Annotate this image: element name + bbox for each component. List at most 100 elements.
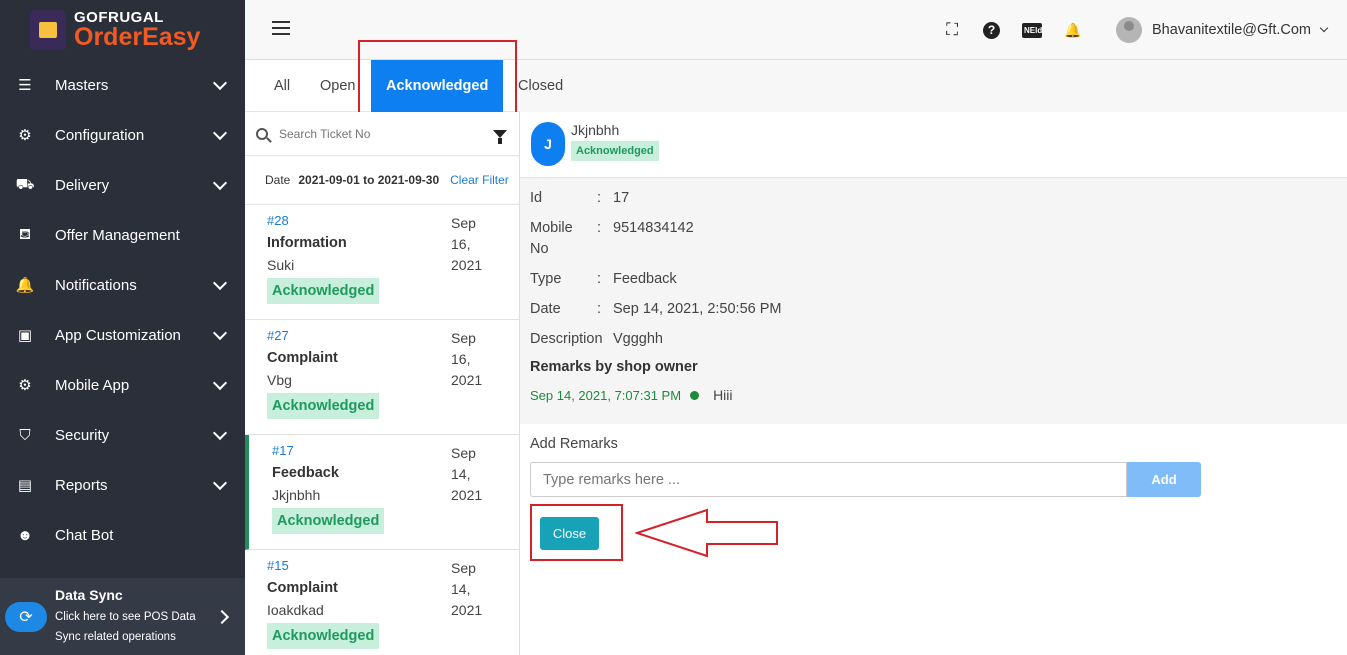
chevron-down-icon xyxy=(212,275,228,290)
data-sync-subtitle-1: Click here to see POS Data xyxy=(55,610,196,623)
hamburger-menu-icon[interactable] xyxy=(272,21,290,35)
sidebar-item-reports[interactable]: ▤ Reports xyxy=(0,460,245,510)
sidebar-item-label: Notifications xyxy=(55,276,137,294)
sidebar-item-label: Delivery xyxy=(55,176,110,194)
arrow-pointer-icon xyxy=(635,508,778,558)
date-label: Date xyxy=(530,301,561,317)
user-email: Bhavanitextile@Gft.Com xyxy=(1152,22,1311,38)
chevron-down-icon xyxy=(212,175,228,190)
chevron-right-icon xyxy=(214,609,230,624)
sidebar-item-offer-management[interactable]: ⛾ Offer Management xyxy=(0,210,245,260)
colon: : xyxy=(597,301,602,317)
ticket-date-line-2: 2021 xyxy=(451,372,483,388)
sidebar-item-security[interactable]: ⛉ Security xyxy=(0,410,245,460)
sidebar-item-label: Mobile App xyxy=(55,376,130,394)
search-input[interactable] xyxy=(279,126,493,141)
tabs-bar-background xyxy=(520,60,1347,112)
brand-name-bottom: OrderEasy xyxy=(74,23,201,51)
fullscreen-icon[interactable]: ⛶ xyxy=(943,20,961,40)
sidebar-item-delivery[interactable]: ⛟ Delivery xyxy=(0,160,245,210)
ticket-date-line-2: 2021 xyxy=(451,602,483,618)
info-row-mobile: Mobile No : 9514834142 xyxy=(530,218,1347,260)
data-sync-title: Data Sync xyxy=(55,586,123,603)
sidebar-item-label: Chat Bot xyxy=(55,526,114,544)
mobile-label-line-1: Mobile xyxy=(530,220,573,236)
status-badge: Acknowledged xyxy=(571,141,659,161)
data-sync-subtitle-2: Sync related operations xyxy=(55,630,176,643)
sidebar-item-masters[interactable]: ☰ Masters xyxy=(0,60,245,110)
ticket-list-item[interactable]: #28 Information Suki Acknowledged Sep 16, 202… xyxy=(245,205,519,320)
ticket-date: Sep 14, 2021 xyxy=(451,558,499,621)
add-remarks-section: Add Remarks Add xyxy=(520,424,1347,497)
help-icon[interactable]: ? xyxy=(983,21,1001,39)
ticket-date-line-1: Sep 14, xyxy=(451,445,476,482)
ticket-list-item[interactable]: #15 Complaint Ioakdkad Acknowledged Sep 14, 2… xyxy=(245,550,519,655)
customer-avatar: J xyxy=(531,122,565,166)
description-value: Vggghh xyxy=(613,331,663,347)
gear-icon: ⚙ xyxy=(18,377,32,394)
app-icon: ▣ xyxy=(17,327,33,344)
sidebar-item-configuration[interactable]: ⚙ Configuration xyxy=(0,110,245,160)
colon: : xyxy=(597,190,602,206)
delivery-icon: ⛟ xyxy=(15,175,35,193)
search-icon xyxy=(256,127,268,140)
sidebar-item-label: Offer Management xyxy=(55,226,180,244)
robot-icon: ☻ xyxy=(17,526,33,544)
mobile-label-line-2: No xyxy=(530,241,549,257)
remarks-input[interactable] xyxy=(530,462,1127,497)
status-badge: Acknowledged xyxy=(267,393,380,419)
ticket-search xyxy=(245,112,519,156)
chevron-down-icon xyxy=(212,325,228,340)
tab-open[interactable]: Open xyxy=(320,60,355,112)
customer-name: Jkjnbhh xyxy=(571,122,620,138)
sidebar-item-chat-bot[interactable]: ☻ Chat Bot xyxy=(0,510,245,560)
bell-icon[interactable]: 🔔 xyxy=(1064,22,1082,39)
cart-logo-icon xyxy=(30,10,66,50)
id-value: 17 xyxy=(613,190,630,206)
tab-closed[interactable]: Closed xyxy=(518,60,563,112)
info-row-date: Date : Sep 14, 2021, 2:50:56 PM xyxy=(530,299,1347,320)
ticket-list-item[interactable]: #27 Complaint Vbg Acknowledged Sep 16, 2021 xyxy=(245,320,519,435)
ticket-info: Id : 17 Mobile No : 9514834142 Type : Fee… xyxy=(520,178,1347,424)
ticket-detail-header: J Jkjnbhh Acknowledged xyxy=(520,112,1347,178)
sidebar-item-app-customization[interactable]: ▣ App Customization xyxy=(0,310,245,360)
id-label: Id xyxy=(530,190,543,206)
type-value: Feedback xyxy=(613,271,677,287)
bell-icon: 🔔 xyxy=(15,277,35,294)
highlight-box-close xyxy=(530,504,623,561)
date-value: Sep 14, 2021, 2:50:56 PM xyxy=(613,301,782,317)
chevron-down-icon xyxy=(212,475,228,490)
nelu-icon[interactable]: NEld xyxy=(1022,22,1042,38)
user-menu[interactable]: Bhavanitextile@Gft.Com xyxy=(1116,17,1329,43)
filter-icon[interactable] xyxy=(493,129,507,144)
ticket-detail-panel: J Jkjnbhh Acknowledged Id : 17 Mobile No … xyxy=(520,112,1347,655)
data-sync-panel[interactable]: ⟳ Data Sync Click here to see POS Data S… xyxy=(0,578,245,655)
sidebar-item-mobile-app[interactable]: ⚙ Mobile App xyxy=(0,360,245,410)
clear-filter-link[interactable]: Clear Filter xyxy=(450,173,509,187)
type-label: Type xyxy=(530,271,562,287)
chevron-down-icon xyxy=(212,125,228,140)
sidebar-menu: ☰ Masters ⚙ Configuration ⛟ Delivery ⛾ Offer Ma… xyxy=(0,60,245,560)
ticket-date: Sep 14, 2021 xyxy=(451,443,499,506)
add-remark-button[interactable]: Add xyxy=(1127,462,1201,497)
info-row-description: Description Vggghh xyxy=(530,329,1347,350)
user-avatar xyxy=(1116,17,1143,43)
sidebar-item-label: Security xyxy=(55,426,110,444)
ticket-date-line-1: Sep 16, xyxy=(451,330,476,367)
date-label: Date xyxy=(265,173,291,187)
basket-icon: ⛾ xyxy=(18,225,32,243)
ticket-list-item[interactable]: #17 Feedback Jkjnbhh Acknowledged Sep 14, 202… xyxy=(245,435,519,550)
mobile-value: 9514834142 xyxy=(613,220,694,236)
colon: : xyxy=(597,220,602,236)
ticket-date: Sep 16, 2021 xyxy=(451,213,499,276)
ticket-date-line-1: Sep 14, xyxy=(451,560,476,597)
status-tabs: All Open Acknowledged Closed xyxy=(245,40,1347,125)
date-filter-row: Date 2021-09-01 to 2021-09-30 Clear Filt… xyxy=(245,156,519,205)
tab-all[interactable]: All xyxy=(274,60,290,112)
chevron-down-icon xyxy=(1319,23,1329,33)
mobile-label: Mobile No xyxy=(530,218,597,260)
brand-logo[interactable]: GOFRUGAL OrderEasy xyxy=(0,0,245,60)
status-dot-icon xyxy=(690,390,700,400)
sidebar-item-notifications[interactable]: 🔔 Notifications xyxy=(0,260,245,310)
sidebar-item-label: Reports xyxy=(55,476,108,494)
